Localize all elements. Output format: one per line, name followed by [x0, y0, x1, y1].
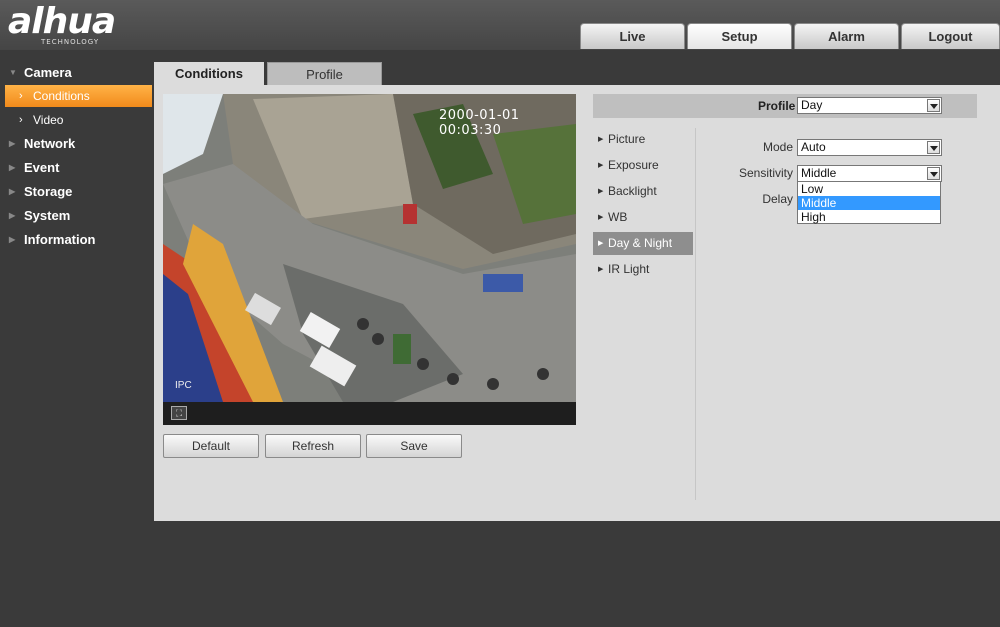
- triangle-right-icon: ▶: [598, 214, 604, 221]
- submenu-item-backlight[interactable]: ▶ Backlight: [593, 180, 693, 203]
- sidebar-item-network[interactable]: ▶ Network: [0, 133, 154, 155]
- default-button[interactable]: Default: [163, 434, 259, 458]
- logo-text: alhua: [8, 1, 116, 42]
- sidebar-item-label: Video: [33, 113, 64, 127]
- submenu-item-wb[interactable]: ▶ WB: [593, 206, 693, 229]
- sidebar-item-label: Network: [24, 136, 76, 151]
- tab-alarm[interactable]: Alarm: [794, 23, 899, 49]
- header-bar: alhua TECHNOLOGY Live Setup Alarm Logout: [0, 0, 1000, 50]
- submenu-item-label: WB: [608, 210, 628, 224]
- sidebar-item-label: Information: [24, 232, 96, 247]
- triangle-down-icon: ▼: [9, 68, 17, 77]
- sidebar-item-video[interactable]: › Video: [5, 109, 152, 131]
- mode-select[interactable]: Auto: [797, 139, 942, 156]
- triangle-right-icon: ▶: [9, 139, 16, 148]
- submenu-item-label: IR Light: [608, 262, 650, 276]
- submenu-item-label: Picture: [608, 132, 646, 146]
- video-toolbar: ⛶: [163, 402, 576, 425]
- triangle-right-icon: ▶: [598, 188, 604, 195]
- sensitivity-select-value: Middle: [801, 166, 837, 180]
- chevron-right-icon: ›: [19, 114, 23, 126]
- sidebar-item-label: Storage: [24, 184, 73, 199]
- sensitivity-option-low[interactable]: Low: [798, 182, 940, 196]
- triangle-right-icon: ▶: [598, 136, 604, 143]
- sidebar: ▼ Camera › Conditions › Video ▶ Network …: [0, 50, 154, 627]
- triangle-right-icon: ▶: [9, 187, 16, 196]
- refresh-button[interactable]: Refresh: [265, 434, 361, 458]
- sidebar-item-label: Conditions: [33, 89, 90, 103]
- sensitivity-label: Sensitivity: [738, 166, 793, 180]
- submenu-item-exposure[interactable]: ▶ Exposure: [593, 154, 693, 177]
- chevron-down-icon: [927, 167, 940, 180]
- logo-subtext: TECHNOLOGY: [41, 38, 100, 46]
- sensitivity-option-middle[interactable]: Middle: [798, 196, 940, 210]
- fullscreen-icon[interactable]: ⛶: [171, 406, 187, 420]
- mode-select-value: Auto: [801, 140, 826, 154]
- sidebar-item-information[interactable]: ▶ Information: [0, 229, 154, 251]
- sidebar-item-conditions[interactable]: › Conditions: [5, 85, 152, 107]
- sidebar-item-system[interactable]: ▶ System: [0, 205, 154, 227]
- tab-logout[interactable]: Logout: [901, 23, 1000, 49]
- submenu-item-ir-light[interactable]: ▶ IR Light: [593, 258, 693, 281]
- tab-profile-management[interactable]: Profile Management: [267, 62, 382, 105]
- sidebar-item-label: Event: [24, 160, 60, 175]
- profile-select-value: Day: [801, 98, 823, 112]
- profile-bar: Profile Day: [593, 94, 977, 118]
- brand-logo: alhua TECHNOLOGY: [8, 1, 116, 47]
- sidebar-item-label: System: [24, 208, 71, 223]
- triangle-right-icon: ▶: [9, 163, 16, 172]
- delay-label: Delay: [762, 192, 793, 206]
- triangle-right-icon: ▶: [598, 266, 604, 273]
- video-preview[interactable]: 2000-01-01 00:03:30 IPC ⛶: [163, 94, 576, 425]
- tab-setup[interactable]: Setup: [687, 23, 792, 49]
- panel-divider: [695, 128, 696, 500]
- chevron-down-icon: [927, 141, 940, 154]
- mode-label: Mode: [762, 140, 793, 154]
- triangle-right-icon: ▶: [598, 240, 604, 247]
- profile-select[interactable]: Day: [797, 97, 942, 114]
- sidebar-item-camera[interactable]: ▼ Camera: [0, 62, 154, 84]
- video-channel-label: IPC: [175, 380, 192, 391]
- tab-live[interactable]: Live: [580, 23, 685, 49]
- submenu-item-day-night[interactable]: ▶ Day & Night: [593, 232, 693, 255]
- sidebar-item-label: Camera: [24, 65, 72, 80]
- submenu-item-label: Day & Night: [608, 236, 673, 250]
- tab-conditions[interactable]: Conditions: [154, 62, 264, 85]
- sensitivity-select[interactable]: Middle: [797, 165, 942, 182]
- triangle-right-icon: ▶: [9, 211, 16, 220]
- camera-feed-image: [163, 94, 576, 402]
- save-button[interactable]: Save: [366, 434, 462, 458]
- sidebar-item-event[interactable]: ▶ Event: [0, 157, 154, 179]
- chevron-right-icon: ›: [19, 90, 23, 102]
- submenu-item-label: Backlight: [608, 184, 657, 198]
- profile-label: Profile: [758, 99, 796, 113]
- sensitivity-option-high[interactable]: High: [798, 210, 940, 224]
- triangle-right-icon: ▶: [9, 235, 16, 244]
- sensitivity-dropdown-list: Low Middle High: [797, 181, 941, 224]
- chevron-down-icon: [927, 99, 940, 112]
- submenu-item-label: Exposure: [608, 158, 659, 172]
- sidebar-item-storage[interactable]: ▶ Storage: [0, 181, 154, 203]
- submenu-item-picture[interactable]: ▶ Picture: [593, 128, 693, 151]
- video-timestamp: 2000-01-01 00:03:30: [439, 108, 520, 138]
- triangle-right-icon: ▶: [598, 162, 604, 169]
